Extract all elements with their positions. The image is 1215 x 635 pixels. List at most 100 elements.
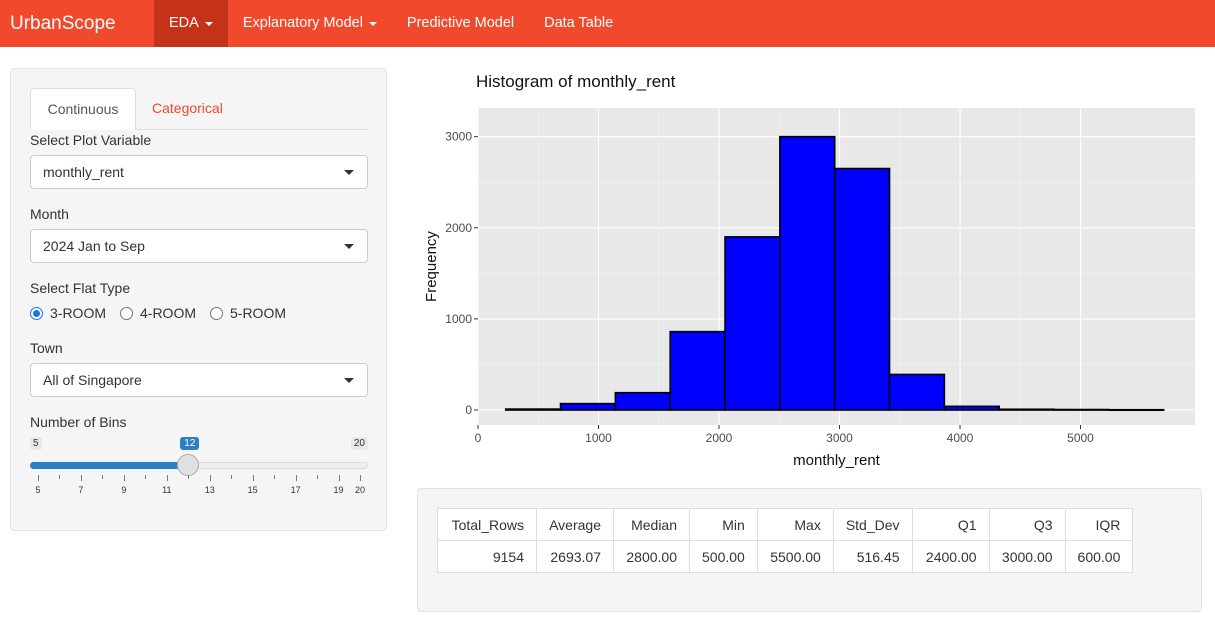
- slider-tick-label: 9: [121, 485, 127, 495]
- radio-unselected-icon[interactable]: [210, 306, 223, 320]
- brand-title[interactable]: UrbanScope: [0, 0, 154, 47]
- slider-tick-label: 19: [333, 485, 344, 495]
- header-q1: Q1: [911, 508, 990, 541]
- nav-eda-label: EDA: [169, 15, 199, 31]
- cell-median: 2800.00: [613, 540, 690, 573]
- plot-variable-select[interactable]: monthly_rent: [30, 155, 368, 189]
- slider-tick: [252, 475, 254, 481]
- slider-tick-label: 17: [290, 485, 301, 495]
- plot-variable-label: Select Plot Variable: [30, 132, 152, 148]
- slider-tick: [166, 475, 168, 481]
- slider-tick: [38, 475, 39, 481]
- town-label: Town: [30, 340, 63, 356]
- radio-unselected-icon[interactable]: [120, 306, 133, 320]
- slider-tick-label: 13: [204, 485, 215, 495]
- header-max: Max: [756, 508, 834, 541]
- radio-option-3-room[interactable]: 3-ROOM: [30, 305, 106, 321]
- bins-slider[interactable]: 5 20 12 5 7 9 11 13 15 17 19 20: [30, 437, 368, 497]
- histogram-chart: 0 1000 2000 3000 4000 5000 0 1000 2000 3000 monthl…: [423, 108, 1195, 469]
- histogram-bar: [669, 330, 726, 411]
- radio-selected-icon[interactable]: [30, 306, 43, 320]
- radio-option-5-room[interactable]: 5-ROOM: [210, 305, 286, 321]
- town-value: All of Singapore: [43, 372, 142, 388]
- cell-min: 500.00: [689, 540, 758, 573]
- x-tick-label: 2000: [706, 431, 733, 445]
- slider-fill: [30, 462, 189, 469]
- header-iqr: IQR: [1064, 508, 1134, 541]
- header-std-dev: Std_Dev: [832, 508, 913, 541]
- slider-tick: [360, 475, 361, 481]
- dropdown-arrow-icon: [344, 378, 354, 383]
- histogram-bar: [888, 373, 946, 411]
- plot-variable-value: monthly_rent: [43, 164, 124, 180]
- radio-label-5-room: 5-ROOM: [230, 305, 286, 321]
- histogram-bar: [1108, 408, 1165, 412]
- slider-tick: [123, 475, 125, 481]
- table-row: 9154 2693.07 2800.00 500.00 5500.00 516.…: [437, 540, 1134, 573]
- y-tick-label: 1000: [445, 312, 472, 326]
- tab-continuous[interactable]: Continuous: [30, 88, 136, 130]
- slider-tick: [59, 475, 61, 479]
- radio-label-4-room: 4-ROOM: [140, 305, 196, 321]
- slider-tick-label: 5: [35, 485, 41, 495]
- slider-handle[interactable]: [177, 454, 200, 476]
- slider-max-label: 20: [350, 437, 368, 450]
- cell-iqr: 600.00: [1064, 540, 1134, 573]
- radio-label-3-room: 3-ROOM: [50, 305, 106, 321]
- nav-explanatory-model-label: Explanatory Model: [242, 15, 363, 31]
- slider-tick-label: 15: [247, 485, 258, 495]
- nav-predictive-model-label: Predictive Model: [406, 15, 515, 31]
- caret-down-icon: [204, 21, 213, 26]
- slider-tick: [209, 475, 211, 481]
- month-label: Month: [30, 206, 69, 222]
- variable-type-tabs: Continuous Categorical: [30, 88, 368, 130]
- nav-predictive-model[interactable]: Predictive Model: [392, 0, 529, 47]
- cell-average: 2693.07: [536, 540, 614, 573]
- slider-tick-label: 11: [162, 485, 172, 495]
- x-tick-label: 4000: [947, 431, 974, 445]
- histogram-bar: [559, 402, 617, 411]
- slider-tick: [145, 475, 147, 479]
- slider-tick: [231, 475, 233, 479]
- slider-tick-label: 20: [354, 485, 366, 495]
- nav-data-table-label: Data Table: [544, 15, 614, 31]
- sidebar-panel: Continuous Categorical Select Plot Varia…: [10, 68, 387, 531]
- slider-tick: [274, 475, 276, 479]
- town-select[interactable]: All of Singapore: [30, 363, 368, 397]
- cell-q1: 2400.00: [911, 540, 990, 573]
- slider-tick-label: 7: [78, 485, 84, 495]
- tab-categorical[interactable]: Categorical: [136, 88, 239, 130]
- histogram-bar: [1053, 408, 1110, 411]
- radio-option-4-room[interactable]: 4-ROOM: [120, 305, 196, 321]
- nav-explanatory-model[interactable]: Explanatory Model: [228, 0, 392, 47]
- y-tick-label: 2000: [445, 221, 472, 235]
- header-min: Min: [689, 508, 758, 541]
- x-tick-label: 1000: [585, 431, 612, 445]
- table-header-row: Total_Rows Average Median Min Max Std_De…: [437, 508, 1134, 541]
- histogram-bar: [614, 391, 672, 411]
- nav-eda[interactable]: EDA: [154, 0, 228, 47]
- x-axis-label: monthly_rent: [793, 452, 881, 469]
- dropdown-arrow-icon: [344, 170, 354, 175]
- nav-data-table[interactable]: Data Table: [529, 0, 628, 47]
- histogram-bar: [779, 135, 836, 411]
- slider-tick: [188, 475, 190, 479]
- slider-tick: [338, 475, 340, 481]
- chart-title: Histogram of monthly_rent: [476, 72, 676, 91]
- histogram-bar: [943, 405, 1000, 411]
- histogram-bar: [504, 408, 562, 411]
- bins-label: Number of Bins: [30, 414, 127, 430]
- slider-ticks: 5 7 9 11 13 15 17 19 20: [30, 475, 368, 495]
- month-select[interactable]: 2024 Jan to Sep: [30, 229, 368, 263]
- flat-type-label: Select Flat Type: [30, 280, 131, 296]
- cell-std-dev: 516.45: [832, 540, 913, 573]
- month-value: 2024 Jan to Sep: [43, 238, 145, 254]
- slider-value-label: 12: [180, 437, 200, 450]
- header-median: Median: [613, 508, 690, 541]
- dropdown-arrow-icon: [344, 244, 354, 249]
- histogram-bar: [833, 167, 891, 411]
- stats-panel: Total_Rows Average Median Min Max Std_De…: [417, 488, 1202, 612]
- histogram-bar: [724, 236, 781, 411]
- header-total-rows: Total_Rows: [437, 508, 537, 541]
- stats-table: Total_Rows Average Median Min Max Std_De…: [437, 508, 1134, 573]
